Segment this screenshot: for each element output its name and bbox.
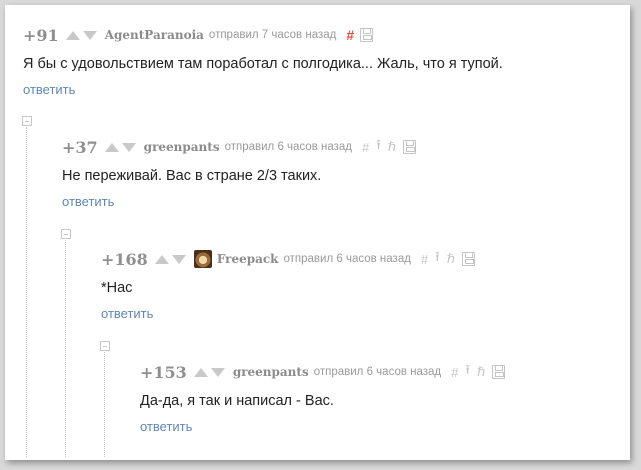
upvote-icon[interactable] bbox=[65, 30, 80, 40]
link-icon[interactable]: # bbox=[451, 365, 458, 380]
jump-to-parent-icon[interactable]: ⭱ bbox=[435, 248, 440, 270]
save-icon[interactable] bbox=[360, 28, 374, 42]
parent-branch-icon[interactable]: ℏ bbox=[388, 139, 396, 155]
thread-line bbox=[65, 240, 66, 457]
collapse-icon[interactable] bbox=[22, 116, 32, 126]
comment-actions: # ⭱ ℏ bbox=[451, 361, 506, 383]
comment-header: +168 Freepack отправил 6 часов назад # ⭱… bbox=[101, 249, 475, 269]
timestamp: отправил 7 часов назад bbox=[208, 29, 337, 41]
downvote-icon[interactable] bbox=[82, 30, 97, 40]
jump-to-parent-icon[interactable]: ⭱ bbox=[376, 136, 381, 158]
comment-text: Я бы с удовольствием там поработал с пол… bbox=[23, 56, 503, 72]
comment-actions: # ⭱ ℏ bbox=[421, 248, 475, 270]
comment-header: +37 greenpants отправил 6 часов назад # … bbox=[62, 136, 417, 158]
author-name[interactable]: AgentParanoia bbox=[105, 28, 204, 42]
upvote-icon[interactable] bbox=[154, 254, 169, 264]
comment-header: +153 greenpants отправил 6 часов назад #… bbox=[140, 361, 506, 383]
vote-controls bbox=[193, 367, 225, 377]
reply-link[interactable]: ответить bbox=[62, 194, 416, 209]
link-icon[interactable]: # bbox=[346, 27, 354, 43]
save-icon[interactable] bbox=[403, 140, 417, 154]
comment-3: +168 Freepack отправил 6 часов назад # ⭱… bbox=[101, 249, 475, 321]
save-icon[interactable] bbox=[492, 365, 506, 379]
author-name[interactable]: Freepack bbox=[217, 252, 279, 266]
comment-thread: +91 AgentParanoia отправил 7 часов назад… bbox=[5, 5, 630, 460]
reply-link[interactable]: ответить bbox=[140, 419, 505, 434]
timestamp: отправил 6 часов назад bbox=[224, 141, 352, 153]
downvote-icon[interactable] bbox=[210, 367, 225, 377]
collapse-icon[interactable] bbox=[100, 341, 110, 351]
score: +37 bbox=[62, 137, 98, 157]
collapse-icon[interactable] bbox=[61, 229, 71, 239]
comment-1: +91 AgentParanoia отправил 7 часов назад… bbox=[23, 25, 503, 98]
downvote-icon[interactable] bbox=[121, 142, 136, 152]
vote-controls bbox=[65, 30, 97, 40]
author-name[interactable]: greenpants bbox=[233, 365, 309, 379]
thread-line bbox=[104, 352, 105, 457]
timestamp: отправил 6 часов назад bbox=[283, 253, 411, 265]
comment-text: Не переживай. Вас в стране 2/3 таких. bbox=[62, 168, 322, 184]
downvote-icon[interactable] bbox=[171, 254, 186, 264]
score: +91 bbox=[23, 25, 59, 45]
reply-link[interactable]: ответить bbox=[101, 306, 475, 321]
save-icon[interactable] bbox=[461, 252, 475, 266]
comment-text: Да-да, я так и написал - Вас. bbox=[140, 393, 334, 409]
link-icon[interactable]: # bbox=[421, 252, 428, 267]
score: +168 bbox=[101, 249, 148, 269]
upvote-icon[interactable] bbox=[104, 142, 119, 152]
timestamp: отправил 6 часов назад bbox=[313, 366, 442, 378]
avatar[interactable] bbox=[193, 250, 212, 268]
score: +153 bbox=[140, 362, 187, 382]
comment-2: +37 greenpants отправил 6 часов назад # … bbox=[62, 136, 417, 209]
comment-actions: # ⭱ ℏ bbox=[362, 136, 417, 158]
upvote-icon[interactable] bbox=[193, 367, 208, 377]
link-icon[interactable]: # bbox=[362, 140, 369, 155]
comment-header: +91 AgentParanoia отправил 7 часов назад… bbox=[23, 25, 503, 45]
parent-branch-icon[interactable]: ℏ bbox=[477, 364, 485, 380]
thread-line bbox=[26, 127, 27, 457]
comment-text: *Нас bbox=[101, 280, 133, 296]
vote-controls bbox=[104, 142, 136, 152]
author-name[interactable]: greenpants bbox=[144, 140, 220, 154]
parent-branch-icon[interactable]: ℏ bbox=[447, 251, 455, 267]
comment-actions bbox=[360, 28, 374, 42]
comment-4: +153 greenpants отправил 6 часов назад #… bbox=[140, 361, 506, 434]
vote-controls bbox=[154, 254, 186, 264]
reply-link[interactable]: ответить bbox=[23, 82, 503, 97]
jump-to-parent-icon[interactable]: ⭱ bbox=[465, 361, 470, 383]
